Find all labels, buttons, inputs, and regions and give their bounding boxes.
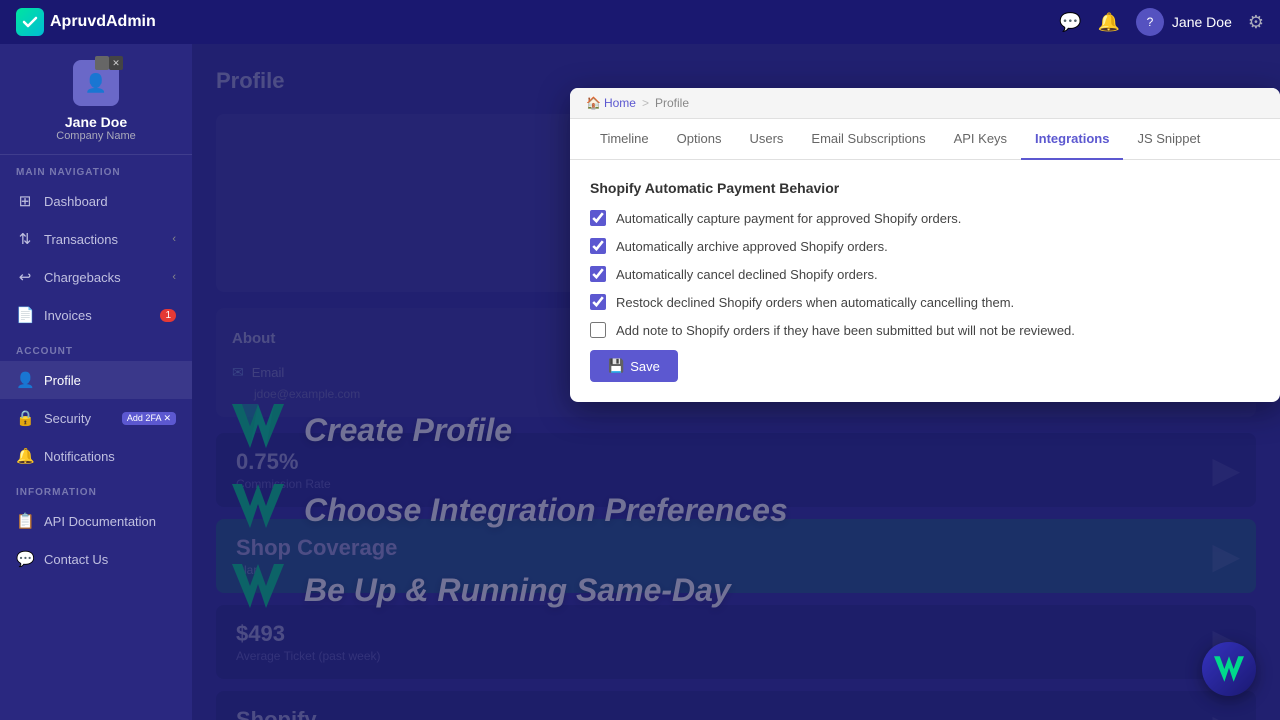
logo-text: ApruvdAdmin [50,13,156,31]
breadcrumb-separator: > [642,96,649,110]
chevron-icon: ‹ [172,233,176,245]
checkbox-note-label: Add note to Shopify orders if they have … [616,323,1075,338]
bell-icon[interactable]: 🔔 [1098,12,1120,33]
checkbox-cancel: Automatically cancel declined Shopify or… [590,266,1260,282]
tab-api-keys[interactable]: API Keys [940,119,1021,160]
add-2fa-badge: Add 2FA ✕ [122,412,176,425]
sidebar: ✕ 👤 Jane Doe Company Name MAIN NAVIGATIO… [0,44,192,720]
information-label: INFORMATION [0,475,192,502]
top-nav-username: Jane Doe [1172,14,1232,30]
main-content: Profile ✕ □ Jane Doe Company Name jdoe@e… [192,44,1280,720]
contact-icon: 💬 [16,550,34,568]
sidebar-item-label: Chargebacks [44,270,121,285]
checkbox-restock-label: Restock declined Shopify orders when aut… [616,295,1014,310]
logo: ApruvdAdmin [16,8,156,36]
integrations-modal: 🏠 Home > Profile Timeline Options Users … [570,88,1280,402]
checkbox-capture-input[interactable] [590,210,606,226]
transactions-icon: ⇅ [16,230,34,248]
tab-email-subscriptions[interactable]: Email Subscriptions [797,119,939,160]
profile-icon: 👤 [16,371,34,389]
tab-users[interactable]: Users [735,119,797,160]
sidebar-item-label: Dashboard [44,194,108,209]
checkbox-cancel-label: Automatically cancel declined Shopify or… [616,267,878,282]
notifications-icon: 🔔 [16,447,34,465]
checkbox-note-input[interactable] [590,322,606,338]
save-icon: 💾 [608,358,624,374]
save-button[interactable]: 💾 Save [590,350,678,382]
sidebar-item-label: Security [44,411,91,426]
modal-overlay: 🏠 Home > Profile Timeline Options Users … [192,44,1280,720]
chargebacks-icon: ↩ [16,268,34,286]
checkbox-archive: Automatically archive approved Shopify o… [590,238,1260,254]
sidebar-item-security[interactable]: 🔒 Security Add 2FA ✕ [0,399,192,437]
avatar: ✕ 👤 [73,60,119,106]
checkbox-note: Add note to Shopify orders if they have … [590,322,1260,338]
checkbox-capture-label: Automatically capture payment for approv… [616,211,961,226]
checkbox-restock-input[interactable] [590,294,606,310]
sidebar-item-dashboard[interactable]: ⊞ Dashboard [0,182,192,220]
modal-tabs: Timeline Options Users Email Subscriptio… [570,119,1280,160]
user-menu[interactable]: ? Jane Doe [1136,8,1232,36]
top-nav: ApruvdAdmin 💬 🔔 ? Jane Doe ⚙ [0,0,1280,44]
invoices-badge: 1 [160,309,176,322]
tab-integrations[interactable]: Integrations [1021,119,1123,160]
sidebar-item-chargebacks[interactable]: ↩ Chargebacks ‹ [0,258,192,296]
sidebar-item-label: API Documentation [44,514,156,529]
sidebar-user: ✕ 👤 Jane Doe Company Name [0,44,192,155]
save-label: Save [630,359,660,374]
sidebar-user-company: Company Name [56,130,135,142]
sidebar-item-label: Notifications [44,449,115,464]
main-layout: ✕ 👤 Jane Doe Company Name MAIN NAVIGATIO… [0,44,1280,720]
avatar-square-icon [95,56,109,70]
sidebar-item-label: Invoices [44,308,92,323]
breadcrumb-home[interactable]: 🏠 Home [586,96,636,110]
floating-chat-ball[interactable] [1202,642,1256,696]
sidebar-item-label: Transactions [44,232,118,247]
checkbox-archive-label: Automatically archive approved Shopify o… [616,239,888,254]
invoices-icon: 📄 [16,306,34,324]
chat-icon[interactable]: 💬 [1059,12,1081,33]
tab-js-snippet[interactable]: JS Snippet [1123,119,1214,160]
chevron-icon: ‹ [172,271,176,283]
sidebar-item-contact[interactable]: 💬 Contact Us [0,540,192,578]
dashboard-icon: ⊞ [16,192,34,210]
tab-timeline[interactable]: Timeline [586,119,663,160]
sidebar-item-invoices[interactable]: 📄 Invoices 1 [0,296,192,334]
sidebar-item-label: Contact Us [44,552,108,567]
section-title: Shopify Automatic Payment Behavior [590,180,1260,196]
security-icon: 🔒 [16,409,34,427]
logo-icon [16,8,44,36]
top-nav-right: 💬 🔔 ? Jane Doe ⚙ [1059,8,1264,36]
settings-icon[interactable]: ⚙ [1248,12,1264,33]
checkbox-capture: Automatically capture payment for approv… [590,210,1260,226]
sidebar-item-notifications[interactable]: 🔔 Notifications [0,437,192,475]
tab-options[interactable]: Options [663,119,736,160]
checkbox-restock: Restock declined Shopify orders when aut… [590,294,1260,310]
sidebar-item-api-docs[interactable]: 📋 API Documentation [0,502,192,540]
sidebar-user-name: Jane Doe [65,114,127,130]
breadcrumb: 🏠 Home > Profile [570,88,1280,119]
main-nav-label: MAIN NAVIGATION [0,155,192,182]
sidebar-item-profile[interactable]: 👤 Profile [0,361,192,399]
user-avatar-small: ? [1136,8,1164,36]
breadcrumb-current: Profile [655,96,689,110]
api-docs-icon: 📋 [16,512,34,530]
sidebar-item-transactions[interactable]: ⇅ Transactions ‹ [0,220,192,258]
avatar-x-icon: ✕ [109,56,123,70]
modal-body: Shopify Automatic Payment Behavior Autom… [570,160,1280,402]
sidebar-item-label: Profile [44,373,81,388]
checkbox-cancel-input[interactable] [590,266,606,282]
account-label: ACCOUNT [0,334,192,361]
checkbox-archive-input[interactable] [590,238,606,254]
